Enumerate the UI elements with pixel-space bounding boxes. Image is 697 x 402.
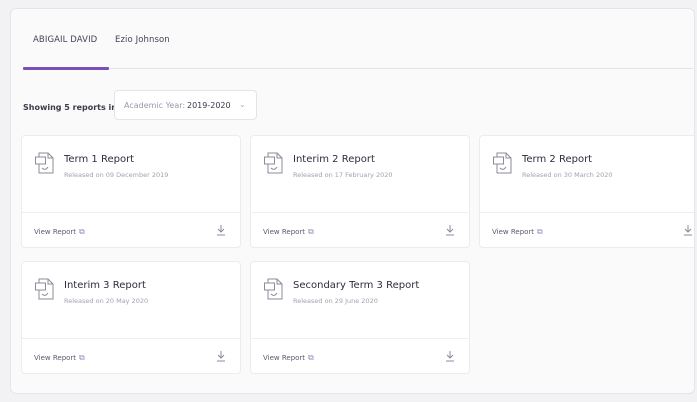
download-icon[interactable] xyxy=(683,224,693,236)
card-divider xyxy=(251,212,469,213)
report-card-header: Term 2 Report Released on 30 March 2020 xyxy=(480,136,694,212)
student-tabs: ABIGAIL DAVID Ezio Johnson xyxy=(23,27,693,70)
view-report-label: View Report xyxy=(34,354,77,362)
active-tab-indicator xyxy=(23,67,109,70)
report-card: Term 2 Report Released on 30 March 2020 … xyxy=(479,135,694,248)
view-report-link[interactable]: View Report ⧉ xyxy=(34,227,85,237)
card-divider xyxy=(22,212,240,213)
view-report-link[interactable]: View Report ⧉ xyxy=(34,353,85,363)
tab-ezio-johnson[interactable]: Ezio Johnson xyxy=(115,35,170,45)
report-card-header: Term 1 Report Released on 09 December 20… xyxy=(22,136,240,212)
view-report-label: View Report xyxy=(263,228,306,236)
download-icon[interactable] xyxy=(445,350,455,362)
report-release-date: Released on 30 March 2020 xyxy=(522,171,613,179)
report-card: Term 1 Report Released on 09 December 20… xyxy=(21,135,241,248)
download-icon[interactable] xyxy=(445,224,455,236)
external-link-icon: ⧉ xyxy=(537,227,543,236)
view-report-link[interactable]: View Report ⧉ xyxy=(263,227,314,237)
external-link-icon: ⧉ xyxy=(79,227,85,236)
card-divider xyxy=(480,212,694,213)
pdf-document-icon xyxy=(35,278,54,300)
showing-reports-label: Showing 5 reports in xyxy=(23,103,117,112)
report-card: Interim 3 Report Released on 20 May 2020… xyxy=(21,261,241,374)
download-icon[interactable] xyxy=(216,224,226,236)
report-card-header: Interim 3 Report Released on 20 May 2020 xyxy=(22,262,240,338)
report-release-date: Released on 20 May 2020 xyxy=(64,297,149,305)
report-card: Secondary Term 3 Report Released on 29 J… xyxy=(250,261,470,374)
report-release-date: Released on 09 December 2019 xyxy=(64,171,169,179)
chevron-down-icon: ⌄ xyxy=(239,100,246,109)
academic-year-label: Academic Year: xyxy=(124,101,186,110)
download-icon[interactable] xyxy=(216,350,226,362)
report-card: Interim 2 Report Released on 17 February… xyxy=(250,135,470,248)
report-release-date: Released on 29 June 2020 xyxy=(293,297,378,305)
report-title: Term 2 Report xyxy=(522,154,593,165)
report-card-header: Interim 2 Report Released on 17 February… xyxy=(251,136,469,212)
view-report-label: View Report xyxy=(492,228,535,236)
view-report-link[interactable]: View Report ⧉ xyxy=(263,353,314,363)
pdf-document-icon xyxy=(35,152,54,174)
report-title: Secondary Term 3 Report xyxy=(293,280,420,291)
academic-year-value: 2019-2020 xyxy=(187,101,231,110)
view-report-link[interactable]: View Report ⧉ xyxy=(492,227,543,237)
card-divider xyxy=(251,338,469,339)
reports-panel: ABIGAIL DAVID Ezio Johnson Showing 5 rep… xyxy=(10,8,695,394)
pdf-document-icon xyxy=(493,152,512,174)
pdf-document-icon xyxy=(264,152,283,174)
report-title: Term 1 Report xyxy=(64,154,135,165)
external-link-icon: ⧉ xyxy=(308,353,314,362)
report-card-header: Secondary Term 3 Report Released on 29 J… xyxy=(251,262,469,338)
external-link-icon: ⧉ xyxy=(79,353,85,362)
report-release-date: Released on 17 February 2020 xyxy=(293,171,393,179)
view-report-label: View Report xyxy=(263,354,306,362)
view-report-label: View Report xyxy=(34,228,77,236)
report-title: Interim 2 Report xyxy=(293,154,375,165)
external-link-icon: ⧉ xyxy=(308,227,314,236)
academic-year-select[interactable]: Academic Year: 2019-2020 ⌄ xyxy=(114,90,257,120)
pdf-document-icon xyxy=(264,278,283,300)
report-title: Interim 3 Report xyxy=(64,280,146,291)
tab-abigail-david[interactable]: ABIGAIL DAVID xyxy=(33,35,97,45)
card-divider xyxy=(22,338,240,339)
